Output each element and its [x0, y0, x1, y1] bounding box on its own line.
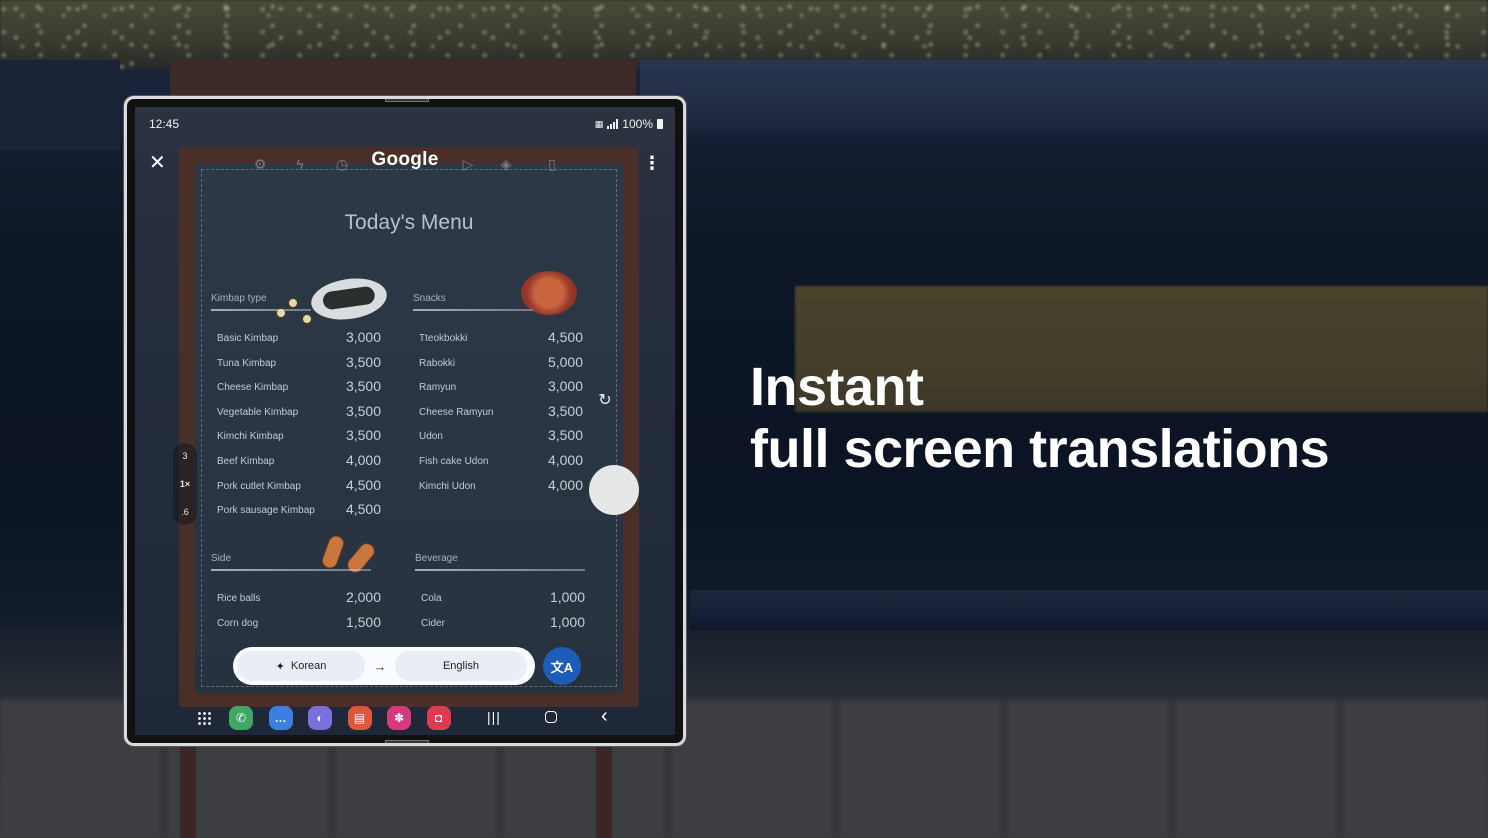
menu-item-price: 3,500 — [345, 353, 381, 370]
sparkle-icon: ✦ — [275, 660, 285, 673]
source-language-label: Korean — [290, 660, 327, 672]
section-label-side: Side — [211, 553, 232, 564]
data-saver-icon: ▦ — [594, 118, 604, 129]
menu-item-price: 4,000 — [547, 476, 583, 493]
home-button[interactable] — [545, 711, 557, 723]
back-button[interactable]: ‹ — [601, 706, 608, 726]
camera-app-icon[interactable]: ◘ — [426, 706, 451, 730]
menu-item-price: 4,500 — [547, 329, 583, 345]
menu-item-price: 3,500 — [345, 378, 381, 395]
section-divider — [211, 569, 371, 571]
menu-item-name: Tteokbokki — [419, 333, 468, 344]
menu-item-price: 3,000 — [547, 378, 583, 395]
headline: Instant full screen translations — [750, 356, 1330, 480]
shutter-button[interactable] — [589, 465, 639, 515]
zoom-level-0-6[interactable]: .6 — [173, 507, 197, 517]
menu-item-name: Kimchi Udon — [419, 480, 476, 492]
kimbap-illustration — [301, 313, 313, 325]
menu-item-price: 3,500 — [547, 402, 583, 419]
menu-item-price: 4,500 — [345, 476, 381, 493]
foldable-phone: 12:45 ▦ 100% ✕ ⚙ ϟ ◷ Google ▷ ◈ ▯ ⋮ Toda… — [124, 96, 686, 746]
menu-item-price: 1,000 — [549, 613, 585, 630]
translate-button[interactable]: 文A — [543, 647, 581, 685]
menu-item-price: 4,000 — [547, 452, 583, 468]
refresh-icon[interactable]: ↻ — [595, 391, 615, 411]
menu-item-name: Pork cutlet Kimbap — [217, 480, 301, 492]
menu-item-price: 4,500 — [345, 501, 381, 518]
menu-item-name: Cheese Ramyun — [419, 406, 494, 418]
menu-item-name: Rabokki — [419, 357, 456, 369]
zoom-level-3[interactable]: 3 — [173, 451, 197, 461]
target-language-label: English — [442, 660, 480, 672]
menu-item-name: Rice balls — [217, 593, 261, 604]
device-hinge — [385, 740, 429, 743]
section-divider — [211, 309, 311, 311]
lens-toolbar: ✕ ⚙ ϟ ◷ Google ▷ ◈ ▯ ⋮ — [135, 147, 675, 183]
background-wall-left — [0, 60, 120, 150]
section-label-kimbap: Kimbap type — [211, 293, 267, 304]
menu-item-price: 1,500 — [345, 613, 381, 630]
gallery-app-icon[interactable]: ✽ — [387, 706, 411, 730]
menu-item-price: 3,500 — [345, 427, 381, 444]
status-bar: 12:45 ▦ 100% — [135, 107, 675, 137]
menu-item-name: Tuna Kimbap — [217, 357, 277, 369]
menu-item-name: Fish cake Udon — [419, 456, 489, 467]
navigation-bar: ✆ … ◐ ▤ ✽ ◘ ||| ‹ — [135, 699, 675, 735]
section-divider — [413, 309, 533, 311]
notes-app-icon[interactable]: ▤ — [347, 706, 372, 730]
internet-app-icon[interactable]: ◐ — [308, 706, 332, 730]
menu-item-price: 3,500 — [547, 427, 583, 444]
layers-icon[interactable]: ◈ — [497, 155, 515, 173]
language-selector-bar: ✦ Korean → English — [233, 647, 535, 685]
phone-app-icon[interactable]: ✆ — [229, 706, 253, 730]
source-language-button[interactable]: ✦ Korean — [237, 651, 365, 681]
headline-line-2: full screen translations — [750, 419, 1330, 479]
more-options-button[interactable]: ⋮ — [643, 151, 661, 175]
app-drawer-icon[interactable] — [197, 711, 211, 725]
signal-icon — [607, 119, 619, 129]
arrow-right-icon[interactable]: → — [365, 659, 395, 674]
status-indicators: ▦ 100% — [595, 117, 663, 131]
messages-app-icon[interactable]: … — [268, 706, 293, 730]
menu-item-name: Pork sausage Kimbap — [217, 505, 315, 517]
menu-item-name: Cider — [421, 617, 445, 629]
battery-icon — [657, 119, 663, 129]
section-label-beverage: Beverage — [415, 553, 458, 564]
zoom-level-1x[interactable]: 1× — [173, 479, 197, 489]
menu-item-name: Basic Kimbap — [217, 333, 279, 344]
section-divider — [415, 569, 585, 571]
panel-icon[interactable]: ▯ — [543, 155, 561, 173]
menu-item-name: Vegetable Kimbap — [217, 406, 299, 418]
translate-icon: 文A — [550, 659, 574, 675]
menu-item-name: Corn dog — [217, 617, 259, 629]
battery-percent: 100% — [622, 117, 653, 131]
menu-item-name: Udon — [419, 431, 443, 443]
menu-item-name: Cola — [421, 593, 442, 604]
menu-item-name: Beef Kimbap — [217, 456, 275, 467]
menu-item-name: Ramyun — [419, 382, 457, 394]
menu-item-price: 1,000 — [549, 589, 585, 605]
menu-item-name: Cheese Kimbap — [217, 382, 289, 394]
menu-item-price: 5,000 — [547, 353, 583, 370]
menu-item-price: 2,000 — [345, 589, 381, 605]
background-wall — [640, 60, 1488, 152]
menu-item-price: 3,500 — [345, 402, 381, 419]
google-logo: Google — [371, 149, 439, 170]
headline-line-1: Instant — [750, 357, 924, 417]
menu-item-price: 3,000 — [345, 329, 381, 345]
video-icon[interactable]: ▷ — [459, 155, 477, 173]
menu-title: Today's Menu — [344, 211, 474, 234]
section-label-snacks: Snacks — [413, 293, 446, 304]
easel-frame — [170, 60, 636, 100]
background-ledge — [690, 590, 1488, 630]
zoom-level-control[interactable]: 3 1× .6 — [173, 443, 197, 525]
phone-screen: 12:45 ▦ 100% ✕ ⚙ ϟ ◷ Google ▷ ◈ ▯ ⋮ Toda… — [135, 107, 675, 735]
device-hinge — [385, 99, 429, 102]
target-language-button[interactable]: English — [395, 651, 527, 681]
kimbap-illustration — [287, 297, 299, 309]
status-time: 12:45 — [149, 117, 180, 131]
menu-item-name: Kimchi Kimbap — [217, 431, 284, 443]
menu-item-price: 4,000 — [345, 452, 381, 468]
recents-button[interactable]: ||| — [487, 707, 501, 727]
